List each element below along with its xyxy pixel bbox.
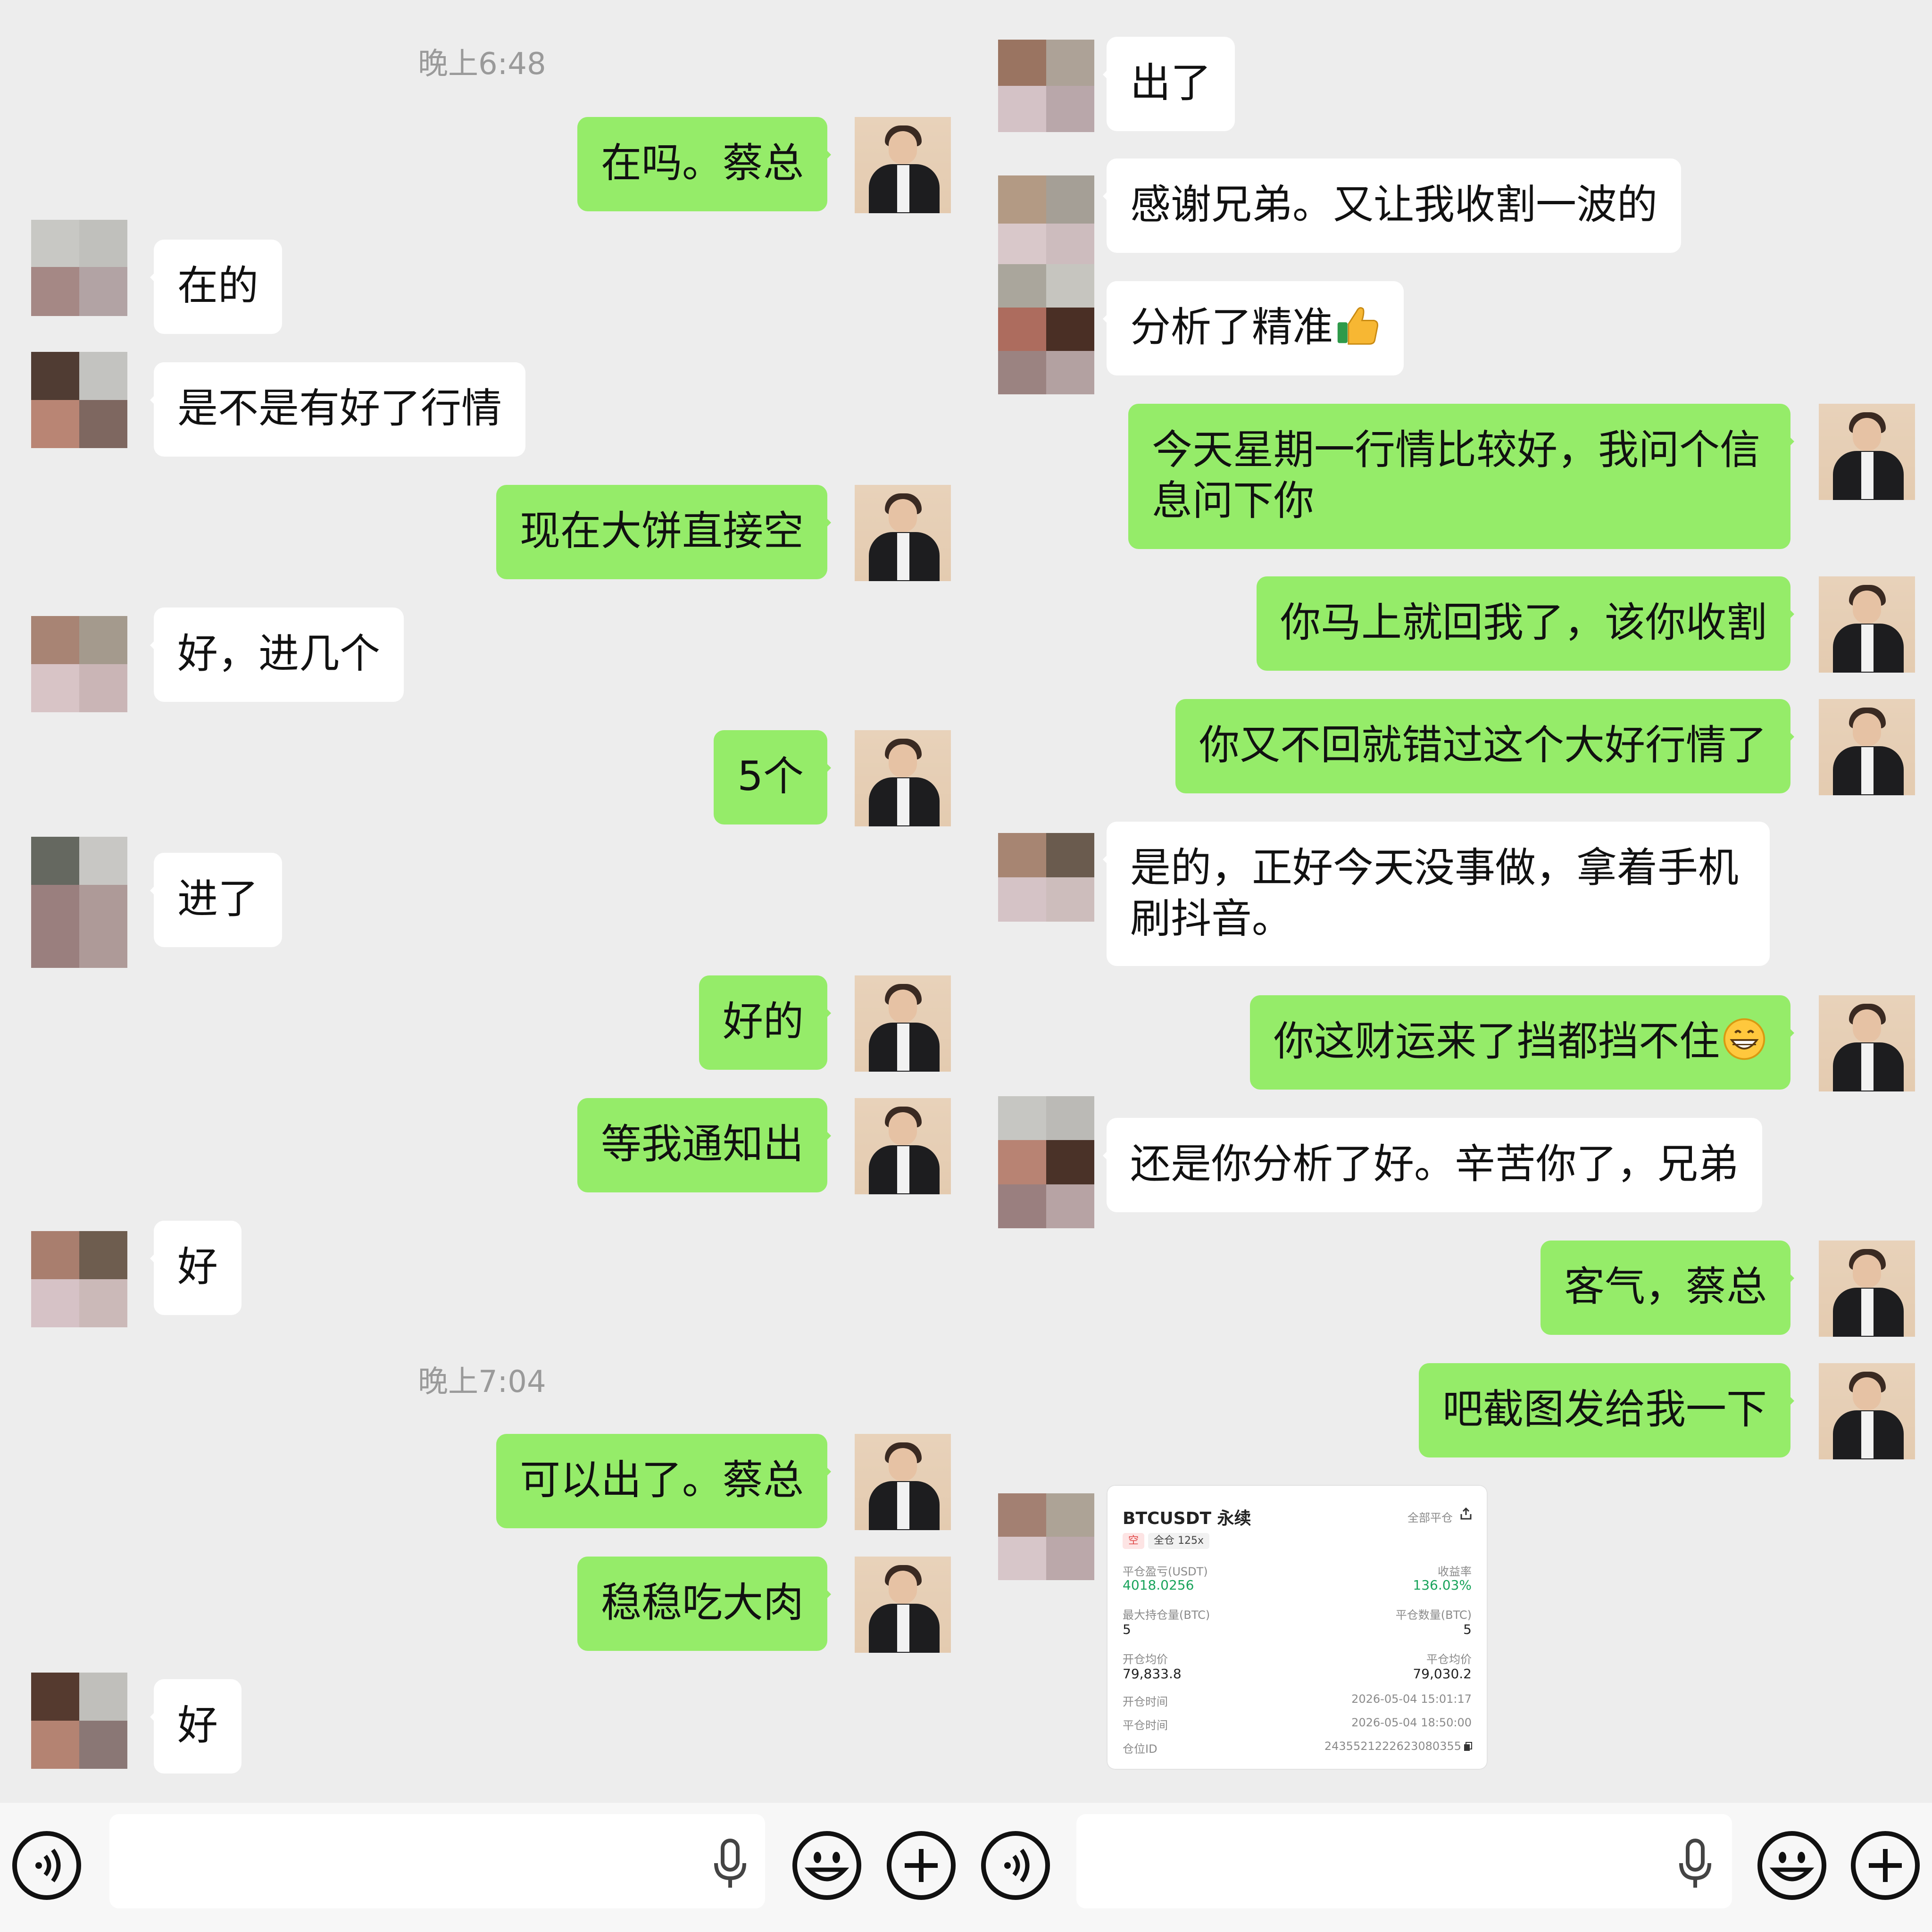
message-bubble-outgoing[interactable]: 稳稳吃大肉 xyxy=(577,1557,831,1651)
my-avatar[interactable] xyxy=(1819,576,1915,673)
voice-icon[interactable] xyxy=(11,1830,82,1901)
close-time-label: 平仓时间 xyxy=(1123,1719,1168,1732)
message-bubble-outgoing[interactable]: 今天星期一行情比较好，我问个信息问下你 xyxy=(1128,404,1794,549)
contact-avatar[interactable] xyxy=(31,616,127,712)
close-all-label[interactable]: 全部平仓 xyxy=(1407,1508,1453,1525)
message-bubble-outgoing[interactable]: 客气，蔡总 xyxy=(1541,1241,1794,1335)
grin-emoji-icon xyxy=(1723,1018,1765,1060)
contact-avatar[interactable] xyxy=(998,40,1094,132)
emoji-icon[interactable] xyxy=(791,1830,862,1901)
open-time-value: 2026-05-04 15:01:17 xyxy=(1351,1692,1472,1706)
timestamp: 晚上7:04 xyxy=(418,1365,546,1399)
microphone-icon[interactable] xyxy=(1673,1838,1718,1890)
my-avatar[interactable] xyxy=(1819,1241,1915,1337)
max-position-value: 5 xyxy=(1123,1622,1131,1637)
message-input[interactable] xyxy=(109,1814,765,1908)
close-qty-value: 5 xyxy=(1463,1622,1472,1637)
contact-avatar[interactable] xyxy=(998,1096,1094,1228)
message-bubble-incoming[interactable]: 进了 xyxy=(150,853,282,947)
pnl-value: 4018.0256 xyxy=(1123,1577,1194,1593)
my-avatar[interactable] xyxy=(855,1557,951,1653)
emoji-icon[interactable] xyxy=(1757,1830,1827,1901)
trade-screenshot-card[interactable]: BTCUSDT 永续 全部平仓 空 全仓 125x 平仓盈亏(USDT) 收益率… xyxy=(1107,1485,1488,1770)
contact-avatar[interactable] xyxy=(31,352,127,448)
max-position-label: 最大持仓量(BTC) xyxy=(1123,1608,1210,1622)
contact-avatar[interactable] xyxy=(998,175,1094,272)
contact-avatar[interactable] xyxy=(31,1231,127,1327)
my-avatar[interactable] xyxy=(855,117,951,213)
message-bubble-incoming[interactable]: 是的，正好今天没事做，拿着手机刷抖音。 xyxy=(1103,822,1770,966)
copy-icon[interactable] xyxy=(1463,1741,1473,1752)
pnl-label: 平仓盈亏(USDT) xyxy=(1123,1565,1208,1578)
thumbs-up-emoji-icon xyxy=(1337,307,1378,345)
close-avg-value: 79,030.2 xyxy=(1413,1666,1472,1682)
contact-avatar[interactable] xyxy=(31,1673,127,1769)
chat-pane-left: 晚上6:48 在吗。蔡总 在的 是不是有好了行情 现在大饼直接空 好，进几个 5… xyxy=(0,0,962,1802)
my-avatar[interactable] xyxy=(1819,699,1915,795)
position-id-label: 仓位ID xyxy=(1123,1742,1158,1756)
message-bubble-incoming[interactable]: 在的 xyxy=(150,240,282,334)
close-avg-label: 平仓均价 xyxy=(1426,1653,1472,1666)
message-bubble-outgoing[interactable]: 可以出了。蔡总 xyxy=(496,1434,831,1528)
open-avg-label: 开仓均价 xyxy=(1123,1653,1168,1666)
card-title: BTCUSDT 永续 xyxy=(1123,1509,1251,1528)
message-bubble-incoming[interactable]: 是不是有好了行情 xyxy=(150,362,525,457)
position-id-value: 2435521222623080355 xyxy=(1324,1740,1461,1753)
plus-icon[interactable] xyxy=(1850,1830,1921,1901)
my-avatar[interactable] xyxy=(1819,404,1915,500)
open-avg-value: 79,833.8 xyxy=(1123,1666,1182,1682)
close-time-value: 2026-05-04 18:50:00 xyxy=(1351,1716,1472,1729)
message-bubble-incoming[interactable]: 好，进几个 xyxy=(150,608,404,702)
share-icon[interactable] xyxy=(1458,1507,1474,1522)
my-avatar[interactable] xyxy=(855,1434,951,1530)
message-bubble-outgoing[interactable]: 吧截图发给我一下 xyxy=(1419,1363,1794,1457)
close-qty-label: 平仓数量(BTC) xyxy=(1395,1608,1472,1622)
contact-avatar[interactable] xyxy=(998,1493,1094,1580)
roi-value: 136.03% xyxy=(1413,1577,1472,1593)
my-avatar[interactable] xyxy=(1819,1363,1915,1459)
my-avatar[interactable] xyxy=(1819,995,1915,1091)
margin-tag: 全仓 125x xyxy=(1148,1533,1210,1549)
message-bubble-outgoing[interactable]: 等我通知出 xyxy=(577,1098,831,1192)
message-bubble-outgoing[interactable]: 你马上就回我了，该你收割 xyxy=(1257,576,1794,671)
contact-avatar-mosaic xyxy=(31,885,127,968)
message-text: 分析了精准 xyxy=(1130,304,1333,351)
message-bubble-outgoing[interactable]: 5个 xyxy=(714,730,831,824)
contact-avatar-mosaic xyxy=(31,267,127,316)
message-bubble-outgoing[interactable]: 你这财运来了挡都挡不住 xyxy=(1250,995,1794,1090)
message-bubble-incoming[interactable]: 感谢兄弟。又让我收割一波的 xyxy=(1103,158,1681,253)
voice-icon[interactable] xyxy=(980,1830,1051,1901)
plus-icon[interactable] xyxy=(886,1830,957,1901)
message-bubble-outgoing[interactable]: 现在大饼直接空 xyxy=(496,485,831,579)
message-bubble-incoming[interactable]: 出了 xyxy=(1103,37,1235,131)
message-text: 你这财运来了挡都挡不住 xyxy=(1274,1018,1720,1065)
message-bubble-outgoing[interactable]: 在吗。蔡总 xyxy=(577,117,831,211)
contact-avatar[interactable] xyxy=(998,833,1094,922)
my-avatar[interactable] xyxy=(855,975,951,1072)
message-bubble-incoming[interactable]: 分析了精准 xyxy=(1103,281,1404,375)
message-bubble-outgoing[interactable]: 好的 xyxy=(699,975,831,1070)
timestamp: 晚上6:48 xyxy=(418,47,546,82)
contact-avatar[interactable] xyxy=(998,264,1094,394)
microphone-icon[interactable] xyxy=(708,1838,753,1890)
message-bubble-incoming[interactable]: 好 xyxy=(150,1221,242,1315)
message-bubble-incoming[interactable]: 还是你分析了好。辛苦你了，兄弟 xyxy=(1103,1118,1762,1212)
short-tag: 空 xyxy=(1123,1533,1145,1549)
message-bubble-incoming[interactable]: 好 xyxy=(150,1679,242,1774)
open-time-label: 开仓时间 xyxy=(1123,1695,1168,1708)
my-avatar[interactable] xyxy=(855,1098,951,1194)
message-bubble-outgoing[interactable]: 你又不回就错过这个大好行情了 xyxy=(1175,699,1794,793)
roi-label: 收益率 xyxy=(1438,1565,1472,1578)
my-avatar[interactable] xyxy=(855,730,951,826)
my-avatar[interactable] xyxy=(855,485,951,581)
message-input[interactable] xyxy=(1076,1814,1732,1908)
